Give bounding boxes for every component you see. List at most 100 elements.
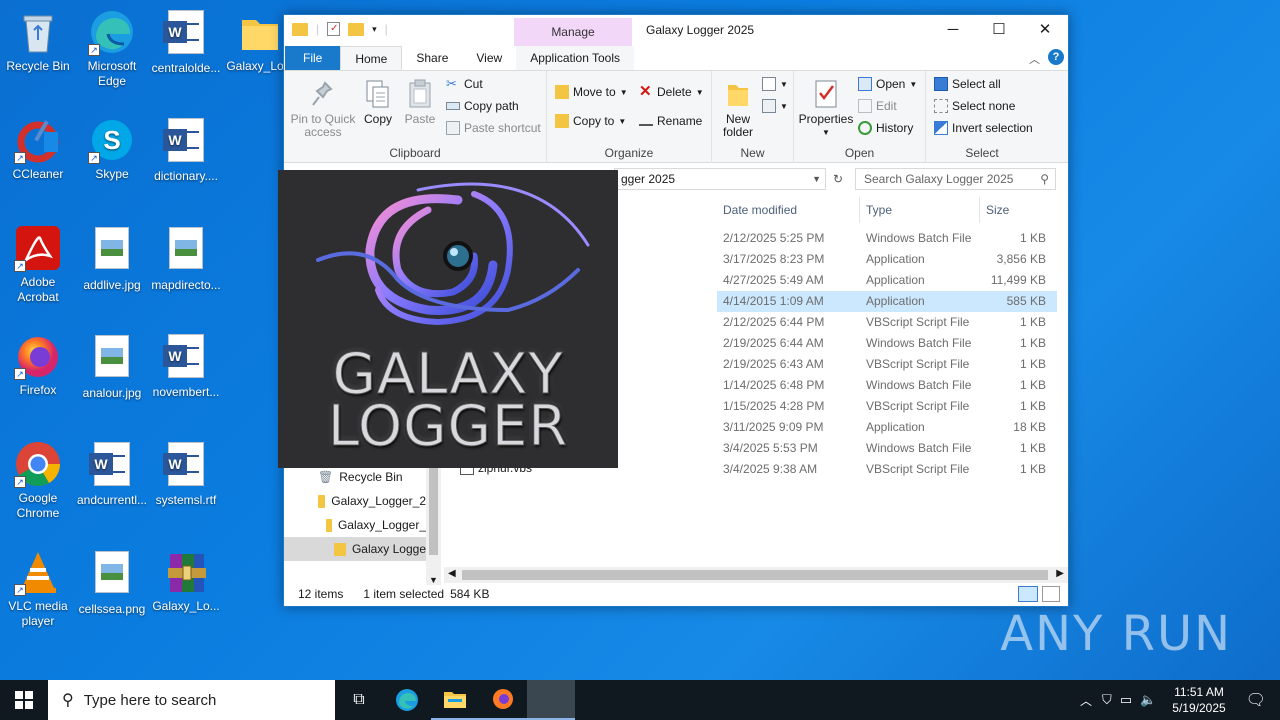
column-size[interactable]: Size	[980, 197, 1056, 223]
desktop-icon-vlc[interactable]: ↗ VLC media player	[0, 548, 76, 629]
desktop-icon-systemsl[interactable]: W systemsl.rtf	[148, 440, 224, 508]
table-row[interactable]: 4/27/2025 5:49 AM Application 11,499 KB	[717, 270, 1057, 291]
taskbar-firefox[interactable]	[479, 680, 527, 720]
copy-to-button[interactable]: Copy to ▼	[555, 114, 626, 128]
cut-button[interactable]: ✂ Cut	[446, 77, 483, 92]
volume-icon[interactable]: 🔈	[1136, 692, 1160, 708]
customize-qat-icon[interactable]: ▾	[372, 24, 377, 35]
desktop-icon-cellssea[interactable]: cellssea.png	[74, 548, 150, 617]
horizontal-scrollbar[interactable]: ◀ ▶	[444, 567, 1068, 583]
desktop-icon-mapdirecto[interactable]: mapdirecto...	[148, 224, 224, 293]
table-row[interactable]: 2/19/2025 6:44 AM Windows Batch File 1 KB	[717, 333, 1057, 354]
large-icons-view-icon[interactable]	[1042, 586, 1060, 602]
chevron-down-icon[interactable]: ▼	[812, 169, 821, 189]
taskbar-edge[interactable]	[383, 680, 431, 720]
nav-item-galaxy-logger-2[interactable]: Galaxy_Logger_2	[284, 489, 426, 513]
task-view-button[interactable]: ⧉	[335, 680, 383, 720]
invert-selection-button[interactable]: Invert selection	[934, 121, 1033, 135]
tab-share[interactable]: Share	[402, 46, 462, 70]
table-row[interactable]: 4/14/2015 1:09 AM Application 585 KB	[717, 291, 1057, 312]
column-date-modified[interactable]: Date modified	[717, 197, 860, 223]
nav-item-galaxy-logger[interactable]: Galaxy_Logger_	[284, 513, 426, 537]
cell-type: VBScript Script File	[866, 315, 970, 329]
table-row[interactable]: 1/14/2025 6:48 PM Windows Batch File 1 KB	[717, 375, 1057, 396]
desktop-icon-analour[interactable]: analour.jpg	[74, 332, 150, 401]
tab-file[interactable]: File	[285, 46, 341, 70]
network-icon[interactable]: ▭	[1116, 692, 1136, 708]
copy-button[interactable]: Copy	[358, 79, 398, 126]
desktop-icon-addlive[interactable]: addlive.jpg	[74, 224, 150, 293]
open-button[interactable]: Open ▼	[858, 77, 917, 91]
table-row[interactable]: 3/4/2025 5:53 PM Windows Batch File 1 KB	[717, 438, 1057, 459]
winrar-archive-icon	[162, 548, 210, 596]
desktop-icon-google-chrome[interactable]: ↗ Google Chrome	[0, 440, 76, 521]
delete-button[interactable]: ✕ Delete ▼	[639, 84, 704, 99]
show-hidden-icons-icon[interactable]: ︿	[1074, 692, 1098, 709]
column-type[interactable]: Type	[860, 197, 980, 223]
desktop-icon-novembert[interactable]: W novembert...	[148, 332, 224, 400]
desktop-icon-ccleaner[interactable]: ↗ CCleaner	[0, 116, 76, 182]
easy-access-button[interactable]: ▼	[762, 99, 788, 113]
manage-contextual-tab[interactable]: Manage	[514, 18, 632, 46]
table-row[interactable]: 3/11/2025 9:09 PM Application 18 KB	[717, 417, 1057, 438]
start-button[interactable]	[0, 680, 48, 720]
close-button[interactable]: ✕	[1022, 15, 1068, 45]
move-to-button[interactable]: Move to ▼	[555, 85, 628, 99]
nav-item-recycle-bin[interactable]: 🗑 Recycle Bin	[284, 465, 426, 489]
table-row[interactable]: 2/12/2025 5:25 PM Windows Batch File 1 KB	[717, 228, 1057, 249]
scroll-right-icon[interactable]: ▶	[1056, 568, 1064, 579]
nav-item-galaxy-logge[interactable]: Galaxy Logge	[284, 537, 426, 561]
properties-button[interactable]: Properties ▼	[798, 79, 854, 139]
desktop-icon-centralolde[interactable]: W centralolde...	[148, 8, 224, 76]
scroll-thumb[interactable]	[462, 570, 1048, 580]
taskbar-search-input[interactable]: ⚲ Type here to search	[48, 680, 335, 720]
table-row[interactable]: 3/17/2025 8:23 PM Application 3,856 KB	[717, 249, 1057, 270]
desktop-icon-firefox[interactable]: ↗ Firefox	[0, 332, 76, 398]
pin-quick-access-button[interactable]: Pin to Quick access	[290, 79, 356, 139]
scroll-left-icon[interactable]: ◀	[448, 568, 456, 579]
refresh-icon[interactable]: ↻	[827, 168, 849, 190]
address-bar[interactable]: gger 2025 ▼	[614, 168, 826, 190]
table-row[interactable]: 3/4/2025 9:38 AM VBScript Script File 1 KB	[717, 459, 1057, 480]
history-button[interactable]: History	[858, 121, 913, 135]
new-folder-button[interactable]: New folder	[716, 79, 760, 139]
minimize-button[interactable]: ─	[930, 15, 976, 45]
desktop-icon-andcurrentl[interactable]: W andcurrentl...	[74, 440, 150, 508]
new-folder-icon[interactable]	[348, 22, 365, 36]
table-row[interactable]: 2/12/2025 6:44 PM VBScript Script File 1 K…	[717, 312, 1057, 333]
tab-view[interactable]: View	[462, 46, 516, 70]
edit-button[interactable]: Edit	[858, 99, 897, 113]
details-view-icon[interactable]	[1018, 586, 1038, 602]
properties-icon[interactable]: ✓	[327, 22, 341, 36]
nav-vertical-scrollbar[interactable]: ▼	[426, 465, 441, 585]
history-icon	[858, 121, 872, 135]
search-input[interactable]: Search Galaxy Logger 2025 ⚲	[855, 168, 1056, 190]
paste-button[interactable]: Paste	[400, 79, 440, 126]
desktop-icon-galaxy-archive[interactable]: Galaxy_Lo...	[148, 548, 224, 614]
cell-type: VBScript Script File	[866, 357, 970, 371]
select-all-button[interactable]: Select all	[934, 77, 1001, 91]
desktop-icon-adobe-acrobat[interactable]: ↗ Adobe Acrobat	[0, 224, 76, 305]
maximize-button[interactable]: ☐	[976, 15, 1022, 45]
tab-application-tools[interactable]: Application Tools	[516, 46, 635, 70]
copy-path-button[interactable]: Copy path	[446, 99, 519, 113]
desktop-icon-skype[interactable]: S ↗ Skype	[74, 116, 150, 182]
scroll-thumb[interactable]	[429, 465, 438, 555]
new-item-button[interactable]: ▼	[762, 77, 788, 91]
collapse-ribbon-icon[interactable]: ︿	[1029, 51, 1040, 67]
tab-home[interactable]: Home	[340, 46, 403, 70]
taskbar-galaxy-logger[interactable]	[527, 680, 575, 720]
table-row[interactable]: 1/15/2025 4:28 PM VBScript Script File 1 K…	[717, 396, 1057, 417]
clock[interactable]: 11:51 AM 5/19/2025	[1160, 684, 1237, 716]
taskbar-file-explorer[interactable]	[431, 680, 479, 720]
table-row[interactable]: 2/19/2025 6:43 AM VBScript Script File 1 K…	[717, 354, 1057, 375]
desktop-icon-recycle-bin[interactable]: Recycle Bin	[0, 8, 76, 74]
desktop-icon-edge[interactable]: ↗ Microsoft Edge	[74, 8, 150, 89]
notifications-icon[interactable]: 🗨	[1238, 690, 1280, 710]
paste-shortcut-button[interactable]: Paste shortcut	[446, 121, 541, 135]
rename-button[interactable]: Rename	[639, 114, 702, 128]
desktop-icon-dictionary[interactable]: W dictionary....	[148, 116, 224, 184]
shield-icon[interactable]: ⛉	[1098, 692, 1116, 708]
select-none-button[interactable]: Select none	[934, 99, 1015, 113]
help-icon[interactable]: ?	[1048, 49, 1064, 65]
